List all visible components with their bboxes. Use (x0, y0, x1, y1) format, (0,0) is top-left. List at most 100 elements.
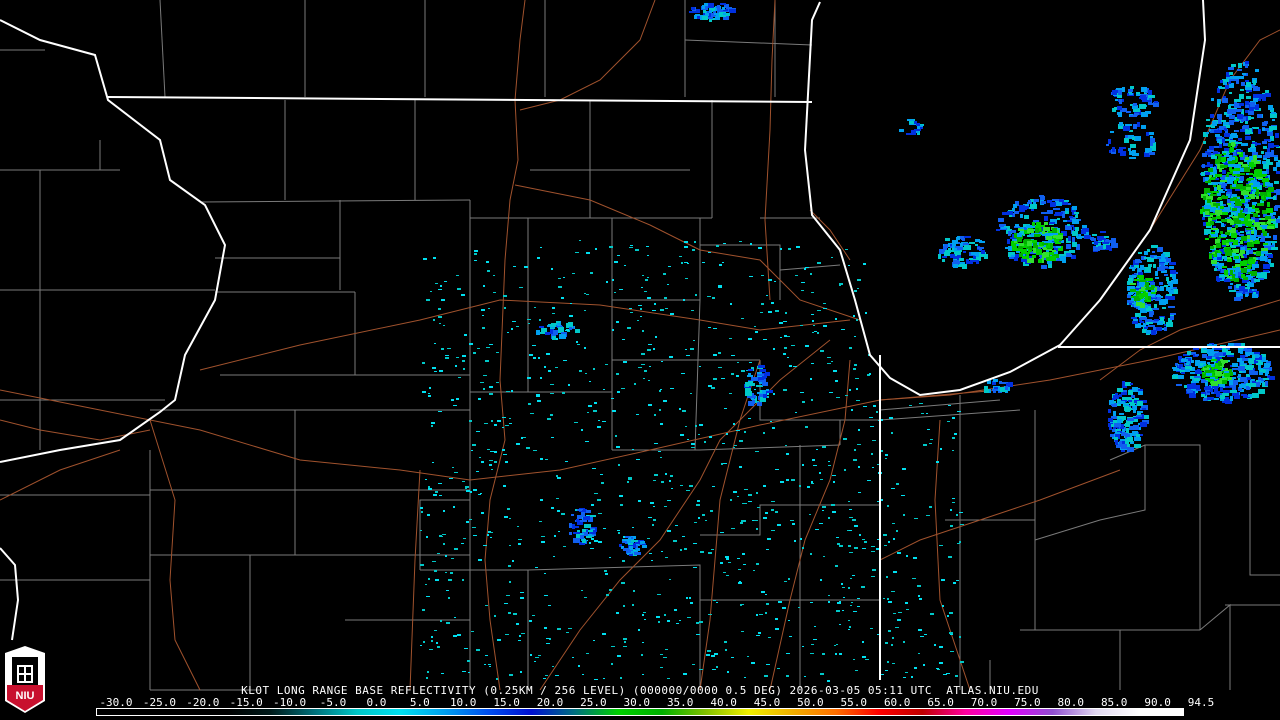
radar-echo (614, 292, 616, 293)
radar-echo (1222, 349, 1228, 352)
radar-echo (1236, 267, 1240, 272)
radar-echo (1204, 387, 1210, 390)
radar-echo (1245, 352, 1249, 354)
radar-echo (484, 664, 486, 665)
radar-echo (479, 457, 481, 458)
radar-echo (552, 307, 555, 309)
radar-echo (926, 413, 928, 414)
radar-echo (1115, 99, 1118, 101)
radar-echo (820, 673, 824, 675)
radar-echo (722, 443, 725, 444)
radar-echo (1055, 242, 1061, 244)
radar-echo (1148, 102, 1152, 105)
radar-echo (705, 520, 707, 521)
radar-echo (616, 612, 619, 614)
radar-echo (683, 299, 685, 301)
radar-echo (811, 363, 814, 364)
radar-echo (1038, 259, 1042, 263)
radar-echo (462, 360, 465, 362)
radar-echo (636, 414, 639, 415)
radar-echo (660, 667, 663, 668)
radar-echo (893, 538, 895, 540)
radar-echo (450, 572, 453, 574)
radar-echo (1119, 413, 1124, 415)
radar-echo (1024, 215, 1029, 219)
radar-echo (478, 559, 482, 561)
radar-echo (454, 548, 458, 550)
radar-echo (670, 475, 673, 477)
radar-echo (981, 250, 985, 254)
radar-echo (696, 622, 699, 624)
radar-echo (483, 375, 487, 376)
radar-echo (775, 511, 778, 513)
radar-echo (689, 11, 696, 13)
radar-echo (1228, 105, 1231, 109)
radar-echo (1015, 224, 1019, 227)
radar-echo (660, 423, 663, 425)
radar-echo (1155, 271, 1158, 276)
radar-echo (1272, 119, 1275, 121)
radar-echo (586, 252, 590, 254)
radar-echo (1232, 388, 1235, 390)
radar-echo (1237, 293, 1242, 295)
radar-echo (823, 556, 825, 557)
radar-echo (1206, 373, 1212, 376)
radar-echo (575, 252, 579, 253)
radar-echo (1154, 101, 1158, 103)
radar-echo (645, 279, 648, 281)
radar-echo (438, 316, 442, 318)
radar-echo (727, 671, 729, 673)
radar-echo (494, 615, 496, 617)
radar-echo (622, 541, 627, 543)
radar-echo (681, 262, 683, 264)
radar-map[interactable] (0, 0, 1280, 720)
radar-echo (462, 671, 466, 672)
radar-echo (654, 474, 658, 476)
radar-echo (854, 336, 856, 337)
radar-echo (729, 393, 732, 394)
radar-echo (865, 659, 869, 660)
radar-echo (1236, 79, 1239, 84)
radar-echo (1111, 238, 1116, 243)
radar-echo (457, 288, 461, 290)
radar-echo (820, 579, 822, 581)
radar-echo (1205, 211, 1209, 215)
radar-echo (422, 391, 426, 393)
radar-echo (1216, 243, 1221, 248)
radar-echo (472, 444, 476, 446)
radar-echo (699, 669, 703, 670)
radar-echo (785, 312, 787, 314)
radar-echo (848, 629, 850, 630)
radar-echo (1131, 317, 1137, 319)
radar-echo (1245, 80, 1249, 82)
radar-echo (849, 626, 851, 628)
radar-echo (1267, 226, 1274, 229)
radar-echo (642, 614, 644, 616)
radar-echo (547, 325, 550, 327)
radar-echo (1271, 112, 1276, 114)
radar-echo (1221, 219, 1227, 222)
radar-echo (448, 579, 452, 581)
radar-echo (563, 360, 567, 361)
radar-echo (896, 483, 899, 485)
radar-echo (1215, 371, 1222, 376)
radar-echo (802, 464, 804, 466)
radar-echo (660, 389, 662, 390)
radar-echo (708, 327, 711, 328)
radar-echo (1126, 428, 1129, 433)
radar-echo (594, 402, 597, 404)
radar-echo (519, 635, 521, 637)
radar-echo (888, 630, 891, 632)
radar-echo (546, 638, 550, 639)
radar-echo (713, 328, 717, 329)
radar-echo (1229, 167, 1232, 171)
radar-echo (420, 507, 423, 509)
radar-echo (1214, 388, 1218, 393)
radar-echo (711, 549, 714, 550)
radar-echo (1017, 233, 1022, 236)
radar-echo (653, 348, 655, 350)
radar-echo (686, 490, 690, 491)
radar-echo (648, 344, 652, 345)
radar-echo (884, 545, 887, 546)
radar-echo (1240, 231, 1244, 233)
